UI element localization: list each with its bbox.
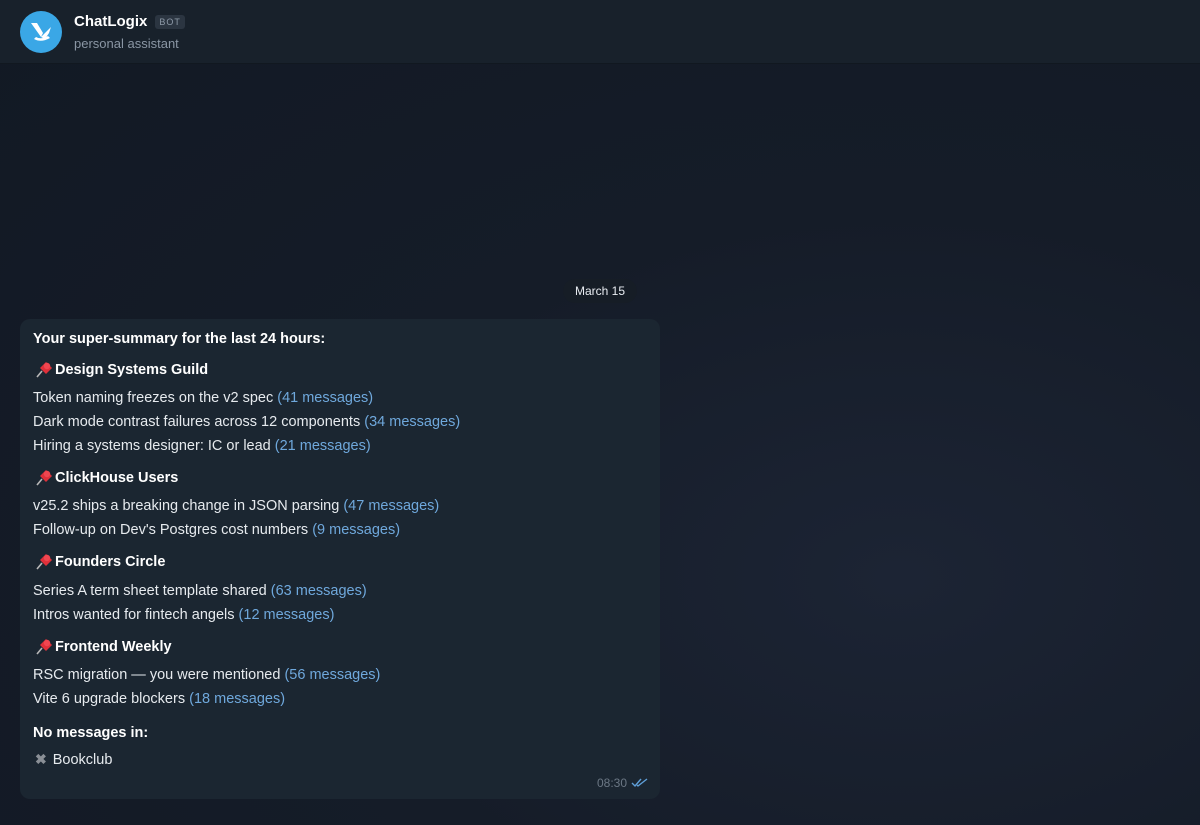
chat-subtitle: personal assistant	[74, 36, 179, 51]
group-title: Frontend Weekly	[33, 638, 172, 656]
summary-item[interactable]: RSC migration — you were mentioned (56 m…	[33, 667, 380, 683]
summary-item-text: Intros wanted for fintech angels	[33, 607, 235, 623]
no-messages-chat: Bookclub	[52, 751, 113, 768]
summary-item-text: Token naming freezes on the v2 spec	[33, 390, 274, 406]
message-count-link[interactable]: (63 messages)	[271, 583, 367, 599]
chat-header: ChatLogix BOT personal assistant	[0, 0, 1200, 64]
message-time: 08:30	[596, 776, 627, 790]
message-bubble[interactable]: Your super-summary for the last 24 hours…	[20, 319, 660, 799]
double-check-icon	[631, 778, 648, 788]
summary-item-text: Vite 6 upgrade blockers	[33, 691, 186, 707]
group-name: Founders Circle	[55, 554, 166, 570]
summary-item[interactable]: Token naming freezes on the v2 spec (41 …	[33, 390, 373, 406]
group-title: Founders Circle	[33, 553, 165, 571]
group-name: ClickHouse Users	[55, 470, 179, 486]
chat-title: ChatLogix	[74, 13, 148, 30]
message-count-link[interactable]: (34 messages)	[364, 414, 460, 430]
message-meta: 08:30	[597, 776, 648, 790]
summary-item[interactable]: Vite 6 upgrade blockers (18 messages)	[33, 691, 285, 707]
group-name: Frontend Weekly	[55, 639, 172, 655]
summary-item-text: RSC migration — you were mentioned	[33, 667, 281, 683]
pushpin-icon	[33, 553, 53, 571]
message-count-link[interactable]: (18 messages)	[189, 691, 285, 707]
summary-item[interactable]: Series A term sheet template shared (63 …	[33, 583, 367, 599]
summary-item-text: v25.2 ships a breaking change in JSON pa…	[33, 498, 340, 514]
summary-item[interactable]: v25.2 ships a breaking change in JSON pa…	[33, 498, 439, 514]
no-messages-label: No messages in:	[33, 725, 149, 741]
bird-logo-icon	[31, 23, 51, 41]
pushpin-icon	[33, 361, 53, 379]
message-count-link[interactable]: (41 messages)	[277, 390, 373, 406]
date-separator: March 15	[563, 279, 637, 303]
message-count-link[interactable]: (56 messages)	[284, 667, 380, 683]
message-count-link[interactable]: (9 messages)	[312, 522, 400, 538]
summary-item-text: Series A term sheet template shared	[33, 583, 267, 599]
summary-item[interactable]: Intros wanted for fintech angels (12 mes…	[33, 607, 334, 623]
summary-item-text: Dark mode contrast failures across 12 co…	[33, 414, 361, 430]
summary-heading: Your super-summary for the last 24 hours…	[33, 331, 326, 347]
bot-avatar[interactable]	[20, 11, 62, 53]
message-count-link[interactable]: (47 messages)	[343, 498, 439, 514]
no-messages-item[interactable]: ✖ Bookclub	[35, 751, 112, 768]
cross-mark-icon: ✖	[35, 751, 47, 767]
summary-item[interactable]: Dark mode contrast failures across 12 co…	[33, 414, 460, 430]
group-title: Design Systems Guild	[33, 361, 208, 379]
pushpin-icon	[33, 469, 53, 487]
chat-title-row[interactable]: ChatLogix BOT	[74, 13, 185, 30]
group-name: Design Systems Guild	[55, 362, 209, 378]
bot-badge: BOT	[155, 14, 185, 29]
summary-item[interactable]: Hiring a systems designer: IC or lead (2…	[33, 438, 371, 454]
message-count-link[interactable]: (12 messages)	[239, 607, 335, 623]
summary-item-text: Hiring a systems designer: IC or lead	[33, 438, 271, 454]
message-count-link[interactable]: (21 messages)	[275, 438, 371, 454]
summary-item[interactable]: Follow-up on Dev's Postgres cost numbers…	[33, 522, 400, 538]
group-title: ClickHouse Users	[33, 469, 178, 487]
pushpin-icon	[33, 638, 53, 656]
summary-item-text: Follow-up on Dev's Postgres cost numbers	[33, 522, 309, 538]
